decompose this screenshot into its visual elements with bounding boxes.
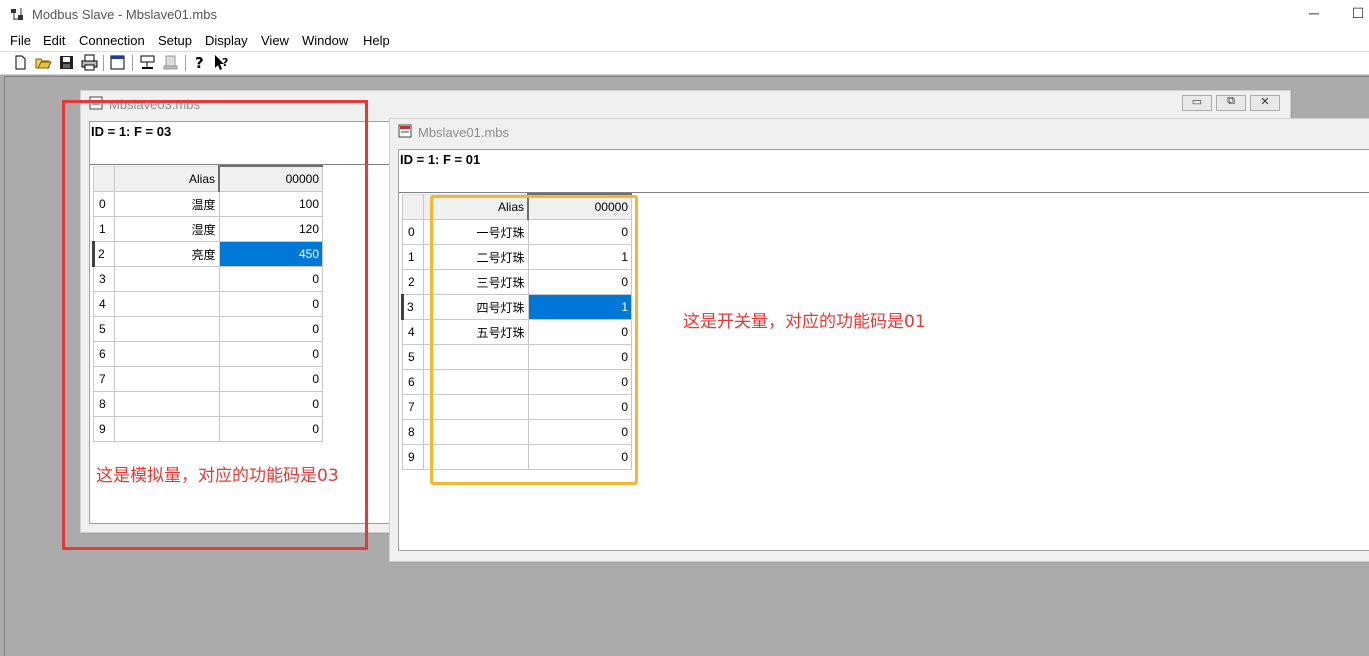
open-icon[interactable] [35,54,52,71]
modbus-app-icon [11,8,23,20]
maximize-button[interactable]: ☐ [1348,5,1368,22]
row-number[interactable]: 0 [402,219,424,245]
toolbar-separator [185,55,187,71]
connect-icon[interactable] [139,54,156,71]
id-line: ID = 1: F = 01 [400,152,481,167]
menu-display[interactable]: Display [205,33,248,48]
child-titlebar[interactable]: Mbslave01.mbs [390,119,1369,145]
row-number[interactable]: 5 [402,344,424,370]
context-help-icon[interactable]: ? [213,54,230,71]
app-titlebar: Modbus Slave - Mbslave01.mbs ─ ☐ [0,0,1369,30]
corner-cell [402,193,424,220]
save-icon[interactable] [58,54,75,71]
child-title: Mbslave01.mbs [418,125,510,140]
child-restore-button[interactable]: ⧉ [1216,95,1246,111]
menu-bar: File Edit Connection Setup Display View … [0,30,1369,52]
help-icon[interactable]: ? [191,54,208,71]
menu-view[interactable]: View [261,33,289,48]
svg-text:?: ? [222,56,228,69]
minimize-button[interactable]: ─ [1304,5,1324,21]
menu-edit[interactable]: Edit [43,33,65,48]
row-number[interactable]: 4 [402,319,424,345]
new-icon[interactable] [12,54,29,71]
toolbar-separator [103,55,105,71]
svg-text:?: ? [195,54,204,71]
yellow-highlight-box [430,195,638,485]
menu-setup[interactable]: Setup [158,33,192,48]
menu-file[interactable]: File [10,33,31,48]
disconnect-icon[interactable] [162,54,179,71]
menu-help[interactable]: Help [363,33,390,48]
row-number[interactable]: 8 [402,419,424,445]
document-icon [398,124,412,138]
print-icon[interactable] [81,54,98,71]
coil-annotation: 这是开关量，对应的功能码是01 [683,312,926,332]
row-number[interactable]: 2 [402,269,424,295]
window-icon[interactable] [109,54,126,71]
row-number[interactable]: 3 [401,294,424,320]
toolbar: ? ? [0,52,1369,75]
row-number[interactable]: 6 [402,369,424,395]
row-number[interactable]: 1 [402,244,424,270]
menu-connection[interactable]: Connection [79,33,145,48]
row-number[interactable]: 9 [402,444,424,470]
toolbar-separator [132,55,134,71]
menu-window[interactable]: Window [302,33,348,48]
analog-annotation: 这是模拟量，对应的功能码是03 [96,466,339,486]
child-minimize-button[interactable]: ▭ [1182,95,1212,111]
window-title: Modbus Slave - Mbslave01.mbs [32,7,217,22]
child-close-button[interactable]: ✕ [1250,95,1280,111]
row-number[interactable]: 7 [402,394,424,420]
